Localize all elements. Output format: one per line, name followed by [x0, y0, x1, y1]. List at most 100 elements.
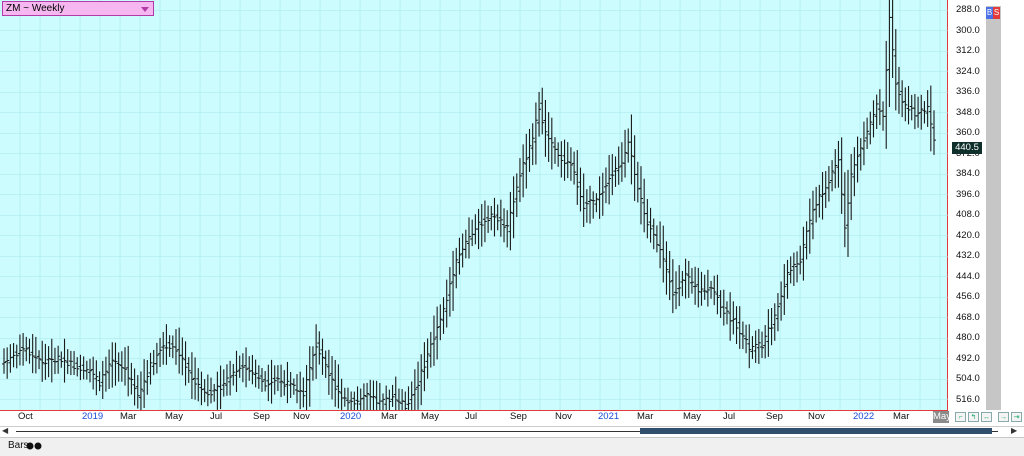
ohlc-bar [422, 342, 427, 392]
symbol-label: ZM ~ Weekly [6, 3, 65, 14]
year-label: 2022 [853, 411, 875, 422]
ohlc-bar [874, 94, 879, 129]
ohlc-bar [288, 371, 293, 399]
price-chart[interactable] [0, 0, 948, 410]
ohlc-bar [266, 364, 271, 402]
ohlc-bar [642, 178, 647, 233]
ohlc-bar [820, 172, 825, 220]
ohlc-bar [575, 150, 580, 205]
ohlc-bar [123, 347, 128, 386]
ohlc-bar [368, 379, 373, 410]
price-tick-label: 312.0 [956, 45, 980, 57]
ohlc-bar [572, 151, 577, 185]
ohlc-bar [431, 315, 436, 366]
price-tick-label: 480.0 [956, 332, 980, 344]
ohlc-bar [486, 205, 491, 233]
price-tick-label: 468.0 [956, 311, 980, 323]
ohlc-bar [651, 218, 656, 250]
ohlc-bar [49, 338, 54, 383]
ohlc-bar [129, 362, 134, 395]
price-chart-canvas[interactable] [0, 0, 948, 410]
ohlc-bar [275, 365, 280, 392]
ohlc-bar [661, 225, 666, 283]
ohlc-bar [282, 370, 287, 396]
ohlc-bar [782, 264, 787, 315]
price-tick-label: 396.0 [956, 188, 980, 200]
ohlc-bar [594, 193, 599, 213]
ohlc-bar [871, 100, 876, 138]
ohlc-bar [686, 260, 691, 298]
month-label: Jul [210, 411, 223, 422]
ohlc-bar [390, 384, 395, 407]
symbol-selector[interactable]: ZM ~ Weekly [2, 1, 154, 16]
ohlc-bar [21, 332, 26, 366]
vertical-scrollbar[interactable] [986, 6, 1001, 410]
ohlc-bar [693, 266, 698, 305]
ohlc-bar [470, 219, 475, 247]
zoom-in-icon[interactable]: ⇥ [1011, 412, 1022, 422]
scroll-start-icon[interactable]: ↰ [968, 412, 979, 422]
ohlc-bar [371, 380, 376, 410]
ohlc-bar [14, 344, 19, 369]
ohlc-bar [740, 321, 745, 350]
ohlc-bar [107, 349, 112, 390]
ohlc-bar [884, 40, 889, 149]
ohlc-bar [202, 379, 207, 403]
year-label: 2021 [598, 411, 620, 422]
ohlc-bar [683, 258, 688, 299]
ohlc-bar [498, 199, 503, 237]
fit-icon[interactable]: ↔ [981, 412, 992, 422]
ohlc-bar [728, 292, 733, 341]
ohlc-bar [670, 259, 675, 314]
ohlc-bar [345, 387, 350, 410]
ohlc-bar [158, 337, 163, 368]
buy-badge[interactable]: B [986, 7, 993, 19]
ohlc-bar [858, 138, 863, 171]
year-label: 2020 [340, 411, 362, 422]
ohlc-bar [412, 369, 417, 410]
ohlc-bar [17, 334, 22, 366]
ohlc-bar [381, 393, 386, 410]
zoom-out-icon[interactable]: ⌐ [955, 412, 966, 422]
scroll-left-icon[interactable]: ◀ [2, 427, 12, 435]
ohlc-bar [279, 364, 284, 398]
scroll-right-icon[interactable]: ▶ [1011, 427, 1021, 435]
month-label: Oct [18, 411, 33, 422]
ohlc-bar [584, 189, 589, 223]
ohlc-bar [591, 191, 596, 219]
ohlc-bar [323, 350, 328, 378]
scroll-thumb[interactable] [640, 428, 992, 434]
sell-badge[interactable]: S [993, 7, 1000, 19]
ohlc-bar [715, 274, 720, 315]
ohlc-bar [521, 144, 526, 198]
ohlc-bar [492, 197, 497, 237]
ohlc-bar [135, 375, 140, 409]
ohlc-bar [785, 259, 790, 299]
ohlc-bar [119, 351, 124, 382]
ohlc-bar [928, 85, 933, 152]
bars-chart-icon[interactable] [26, 442, 42, 450]
ohlc-bar [435, 306, 440, 360]
ohlc-bar [597, 176, 602, 219]
ohlc-bar [508, 191, 513, 251]
chevron-down-icon[interactable] [141, 7, 149, 12]
month-label: Nov [555, 411, 572, 422]
ohlc-bar [807, 198, 812, 254]
ohlc-bar [747, 324, 752, 369]
price-tick-label: 324.0 [956, 65, 980, 77]
ohlc-bar [409, 381, 414, 410]
ohlc-bar [463, 229, 468, 259]
ohlc-bar [68, 350, 73, 376]
ohlc-bar [460, 233, 465, 268]
ohlc-bar [33, 336, 38, 374]
ohlc-bar [852, 147, 857, 197]
ohlc-bar [619, 142, 624, 182]
ohlc-bar [479, 204, 484, 247]
buy-sell-badge[interactable]: B S [986, 7, 1000, 19]
scroll-end-icon[interactable]: → [998, 412, 1009, 422]
ohlc-bar [543, 99, 548, 157]
ohlc-bar [291, 378, 296, 395]
ohlc-bar [65, 349, 70, 375]
price-tick-label: 384.0 [956, 168, 980, 180]
ohlc-bar [97, 371, 102, 392]
